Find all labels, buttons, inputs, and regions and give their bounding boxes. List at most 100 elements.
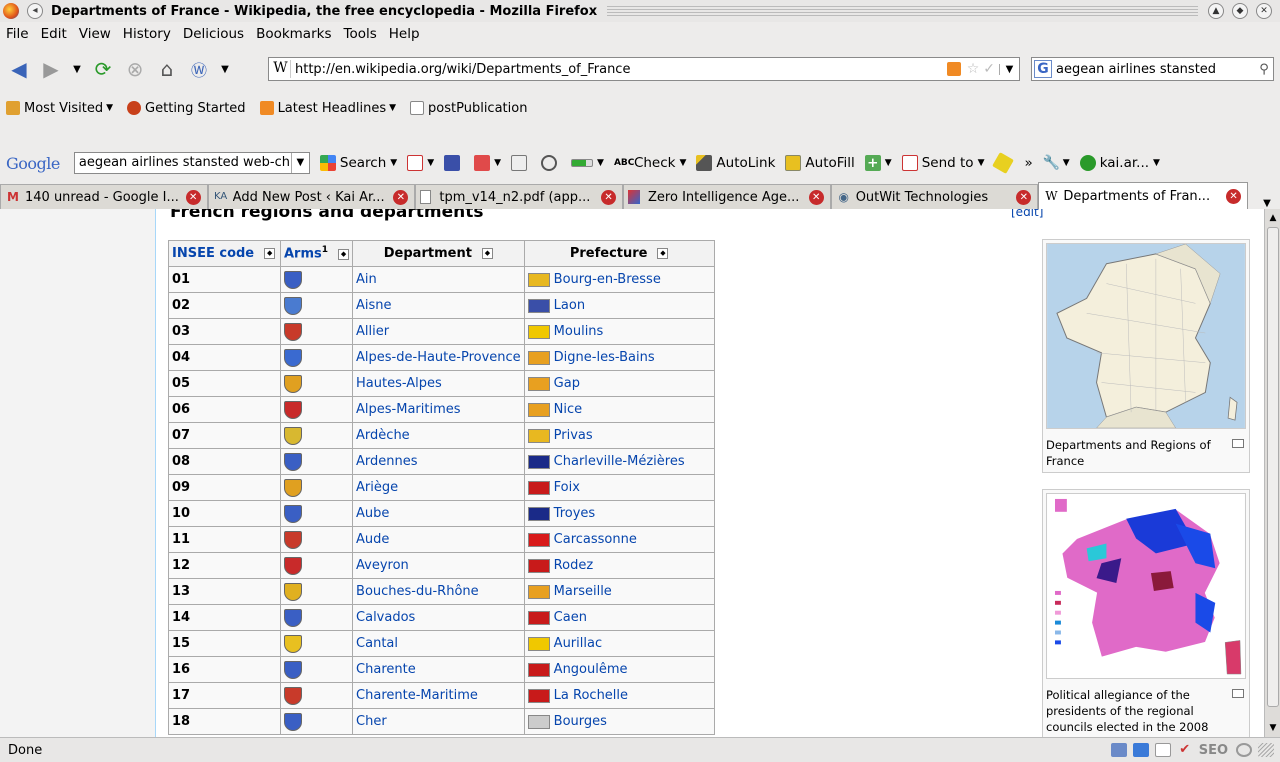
close-tab-icon[interactable]: ✕ bbox=[1226, 188, 1242, 204]
department-link[interactable]: Ardèche bbox=[356, 428, 410, 443]
highlight-button[interactable] bbox=[991, 152, 1015, 174]
menu-file[interactable]: File bbox=[6, 26, 29, 42]
arms-link[interactable]: Arms bbox=[284, 247, 322, 262]
prefecture-link[interactable]: Gap bbox=[554, 376, 580, 391]
dropdown-icon[interactable]: ▼ bbox=[290, 153, 309, 173]
home-button[interactable]: ⌂ bbox=[154, 56, 180, 82]
prefecture-flag-icon[interactable] bbox=[527, 376, 550, 391]
wikipedia-addon-icon[interactable]: Ⓦ bbox=[186, 56, 212, 82]
tab-gmail[interactable]: M 140 unread - Google I... ✕ bbox=[0, 184, 208, 209]
menu-bookmarks[interactable]: Bookmarks bbox=[256, 26, 331, 42]
url-dropdown-icon[interactable]: ▼ bbox=[999, 63, 1019, 75]
overflow-chevron[interactable]: » bbox=[1025, 155, 1033, 171]
prefecture-flag-icon[interactable] bbox=[527, 610, 550, 625]
department-link[interactable]: Charente-Maritime bbox=[356, 688, 478, 703]
prefecture-link[interactable]: Privas bbox=[554, 428, 593, 443]
department-link[interactable]: Alpes-Maritimes bbox=[356, 402, 461, 417]
prefecture-link[interactable]: Caen bbox=[554, 610, 587, 625]
prefecture-flag-icon[interactable] bbox=[527, 324, 550, 339]
menu-delicious[interactable]: Delicious bbox=[183, 26, 244, 42]
firefox-icon[interactable] bbox=[3, 3, 19, 19]
forward-button[interactable]: ▶ bbox=[38, 56, 64, 82]
tab-departments-of-france[interactable]: W Departments of Fran... ✕ bbox=[1038, 182, 1249, 209]
google-logo[interactable]: Google bbox=[6, 154, 60, 173]
scholar-button[interactable] bbox=[444, 155, 464, 171]
search-bar[interactable]: G ⚲ bbox=[1031, 57, 1274, 81]
coat-of-arms-icon[interactable] bbox=[284, 634, 302, 653]
menu-help[interactable]: Help bbox=[389, 26, 420, 42]
col-insee-code[interactable]: INSEE code ◆ bbox=[168, 240, 281, 267]
menu-history[interactable]: History bbox=[123, 26, 171, 42]
close-tab-icon[interactable]: ✕ bbox=[601, 189, 617, 205]
prefecture-link[interactable]: Angoulême bbox=[554, 662, 628, 677]
col-arms[interactable]: Arms1 ◆ bbox=[279, 240, 354, 267]
menu-edit[interactable]: Edit bbox=[41, 26, 67, 42]
all-tabs-dropdown-icon[interactable]: ▼ bbox=[1254, 198, 1280, 209]
coat-of-arms-icon[interactable] bbox=[284, 478, 302, 497]
sort-icon[interactable]: ◆ bbox=[338, 248, 350, 260]
prefecture-flag-icon[interactable] bbox=[527, 480, 550, 495]
edit-section-link[interactable]: [edit] bbox=[1011, 209, 1043, 219]
coat-of-arms-icon[interactable] bbox=[284, 426, 302, 445]
menu-tools[interactable]: Tools bbox=[344, 26, 377, 42]
prefecture-link[interactable]: Digne-les-Bains bbox=[554, 350, 655, 365]
close-button[interactable]: ✕ bbox=[1256, 3, 1272, 19]
settings-button[interactable]: 🔧 ▼ bbox=[1043, 155, 1070, 171]
prefecture-link[interactable]: Moulins bbox=[554, 324, 604, 339]
prefecture-flag-icon[interactable] bbox=[527, 636, 550, 651]
department-link[interactable]: Aube bbox=[356, 506, 389, 521]
enlarge-icon[interactable] bbox=[1232, 439, 1244, 448]
coat-of-arms-icon[interactable] bbox=[284, 270, 302, 289]
france-map-image[interactable] bbox=[1046, 243, 1246, 429]
addon-dropdown-icon[interactable]: ▼ bbox=[218, 56, 232, 82]
search-magnifier-icon[interactable]: ⚲ bbox=[1255, 62, 1273, 77]
department-link[interactable]: Ain bbox=[356, 272, 377, 287]
sendto-button[interactable]: Send to ▼ bbox=[901, 155, 985, 171]
prefecture-link[interactable]: Troyes bbox=[554, 506, 596, 521]
prefecture-link[interactable]: Rodez bbox=[554, 558, 593, 573]
prefecture-flag-icon[interactable] bbox=[527, 402, 550, 417]
bookmark-getting-started[interactable]: Getting Started bbox=[127, 101, 246, 116]
stop-button[interactable]: ⊗ bbox=[122, 56, 148, 82]
back-button[interactable]: ◀ bbox=[6, 56, 32, 82]
department-link[interactable]: Calvados bbox=[356, 610, 415, 625]
menu-view[interactable]: View bbox=[79, 26, 111, 42]
seo-label[interactable]: SEO bbox=[1199, 743, 1228, 758]
coat-of-arms-icon[interactable] bbox=[284, 348, 302, 367]
url-bar[interactable]: W http://en.wikipedia.org/wiki/Departmen… bbox=[268, 57, 1020, 81]
department-link[interactable]: Cher bbox=[356, 714, 387, 729]
prefecture-flag-icon[interactable] bbox=[527, 662, 550, 677]
prefecture-link[interactable]: Charleville-Mézières bbox=[554, 454, 685, 469]
pagerank-bar[interactable]: ▼ bbox=[571, 158, 604, 168]
department-link[interactable]: Ardennes bbox=[356, 454, 418, 469]
tab-outwit[interactable]: ◉ OutWit Technologies ✕ bbox=[830, 184, 1039, 209]
google-search-input[interactable]: aegean airlines stansted web-ch ▼ bbox=[73, 152, 310, 174]
prefecture-flag-icon[interactable] bbox=[527, 688, 550, 703]
reload-button[interactable]: ⟳ bbox=[90, 56, 116, 82]
coat-of-arms-icon[interactable] bbox=[284, 296, 302, 315]
prefecture-link[interactable]: Foix bbox=[554, 480, 580, 495]
prefecture-link[interactable]: Carcassonne bbox=[554, 532, 637, 547]
snowflake-icon[interactable] bbox=[1132, 743, 1149, 757]
plus-button[interactable]: + ▼ bbox=[864, 155, 892, 171]
vertical-scrollbar[interactable]: ▲ ▼ bbox=[1264, 209, 1280, 737]
insee-code-link[interactable]: INSEE code bbox=[172, 246, 254, 261]
close-tab-icon[interactable]: ✕ bbox=[393, 189, 409, 205]
minimize-button[interactable]: ▲ bbox=[1208, 3, 1224, 19]
department-link[interactable]: Bouches-du-Rhône bbox=[356, 584, 479, 599]
google-engine-icon[interactable]: G bbox=[1034, 60, 1052, 78]
prefecture-flag-icon[interactable] bbox=[527, 350, 550, 365]
spell-check-button[interactable]: ABC Check ▼ bbox=[614, 155, 686, 171]
tab-pdf[interactable]: tpm_v14_n2.pdf (app... ✕ bbox=[415, 184, 624, 209]
google-search-button[interactable]: Search ▼ bbox=[319, 155, 397, 171]
maximize-button[interactable]: ◆ bbox=[1232, 3, 1248, 19]
bookmark-most-visited[interactable]: Most Visited ▼ bbox=[6, 101, 113, 116]
menu-arrow-icon[interactable]: ◂ bbox=[27, 3, 43, 19]
bookmark-latest-headlines[interactable]: Latest Headlines ▼ bbox=[259, 101, 396, 116]
scroll-up-icon[interactable]: ▲ bbox=[1266, 211, 1280, 225]
prefecture-flag-icon[interactable] bbox=[527, 428, 550, 443]
coat-of-arms-icon[interactable] bbox=[284, 556, 302, 575]
prefecture-link[interactable]: Bourg-en-Bresse bbox=[554, 272, 661, 287]
prefecture-link[interactable]: Bourges bbox=[554, 714, 607, 729]
footnote-sup[interactable]: 1 bbox=[322, 245, 328, 255]
